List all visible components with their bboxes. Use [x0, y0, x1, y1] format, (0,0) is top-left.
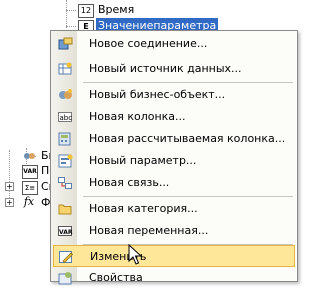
menu-item-label: Новая категория... — [89, 202, 198, 215]
menu-new-variable[interactable]: VAR Новая переменная... — [53, 220, 295, 242]
menu-separator — [83, 196, 293, 197]
date-field-icon: 12 — [78, 4, 94, 18]
table-icon: Σ≡ — [22, 181, 38, 195]
business-object-icon — [22, 150, 36, 162]
variable-icon: VAR — [58, 224, 73, 238]
expand-icon[interactable]: + — [5, 198, 14, 207]
menu-item-label: Новая переменная... — [89, 224, 209, 237]
menu-item-label: Новый параметр... — [89, 154, 197, 167]
menu-new-column[interactable]: abc Новая колонка... — [53, 106, 295, 128]
menu-item-label: Новая колонка... — [89, 110, 186, 123]
menu-item-label: Новая связь... — [89, 176, 170, 189]
calculated-column-icon — [58, 132, 73, 146]
menu-new-relation[interactable]: Новая связь... — [53, 172, 295, 194]
properties-icon — [58, 271, 73, 285]
menu-properties[interactable]: Свойства — [53, 267, 295, 289]
menu-separator — [83, 82, 293, 83]
menu-new-parameter[interactable]: Новый параметр... — [53, 150, 295, 172]
edit-icon — [59, 250, 74, 264]
parameter-icon — [58, 154, 73, 168]
svg-text:abc: abc — [60, 114, 73, 122]
menu-item-label: Новая рассчитываемая колонка... — [89, 132, 286, 145]
business-object-icon — [58, 88, 73, 102]
menu-new-datasource[interactable]: Новый источник данных... — [53, 58, 295, 80]
folder-icon — [58, 202, 73, 216]
datasource-icon — [58, 62, 73, 76]
variable-icon: VAR — [22, 165, 38, 179]
menu-new-category[interactable]: Новая категория... — [53, 198, 295, 220]
column-icon: abc — [58, 110, 73, 124]
mouse-cursor-icon — [128, 243, 143, 266]
menu-edit[interactable]: Изменить — [53, 245, 295, 267]
menu-new-connection[interactable]: Новое соединение... — [53, 33, 295, 55]
expand-icon[interactable]: + — [5, 182, 14, 191]
menu-new-business-object[interactable]: Новый бизнес-объект... — [53, 84, 295, 106]
relation-icon — [58, 176, 73, 190]
connection-icon — [58, 37, 73, 51]
function-icon: fx — [23, 195, 35, 208]
tree-item-label: Время — [98, 3, 135, 16]
svg-text:VAR: VAR — [59, 229, 73, 236]
menu-item-label: Свойства — [89, 271, 143, 284]
menu-item-label: Новое соединение... — [89, 37, 208, 50]
menu-new-calculated-column[interactable]: Новая рассчитываемая колонка... — [53, 128, 295, 150]
menu-item-label: Новый источник данных... — [89, 62, 242, 75]
menu-item-label: Новый бизнес-объект... — [89, 88, 226, 101]
context-menu: Новое соединение... Новый источник данны… — [50, 30, 298, 285]
